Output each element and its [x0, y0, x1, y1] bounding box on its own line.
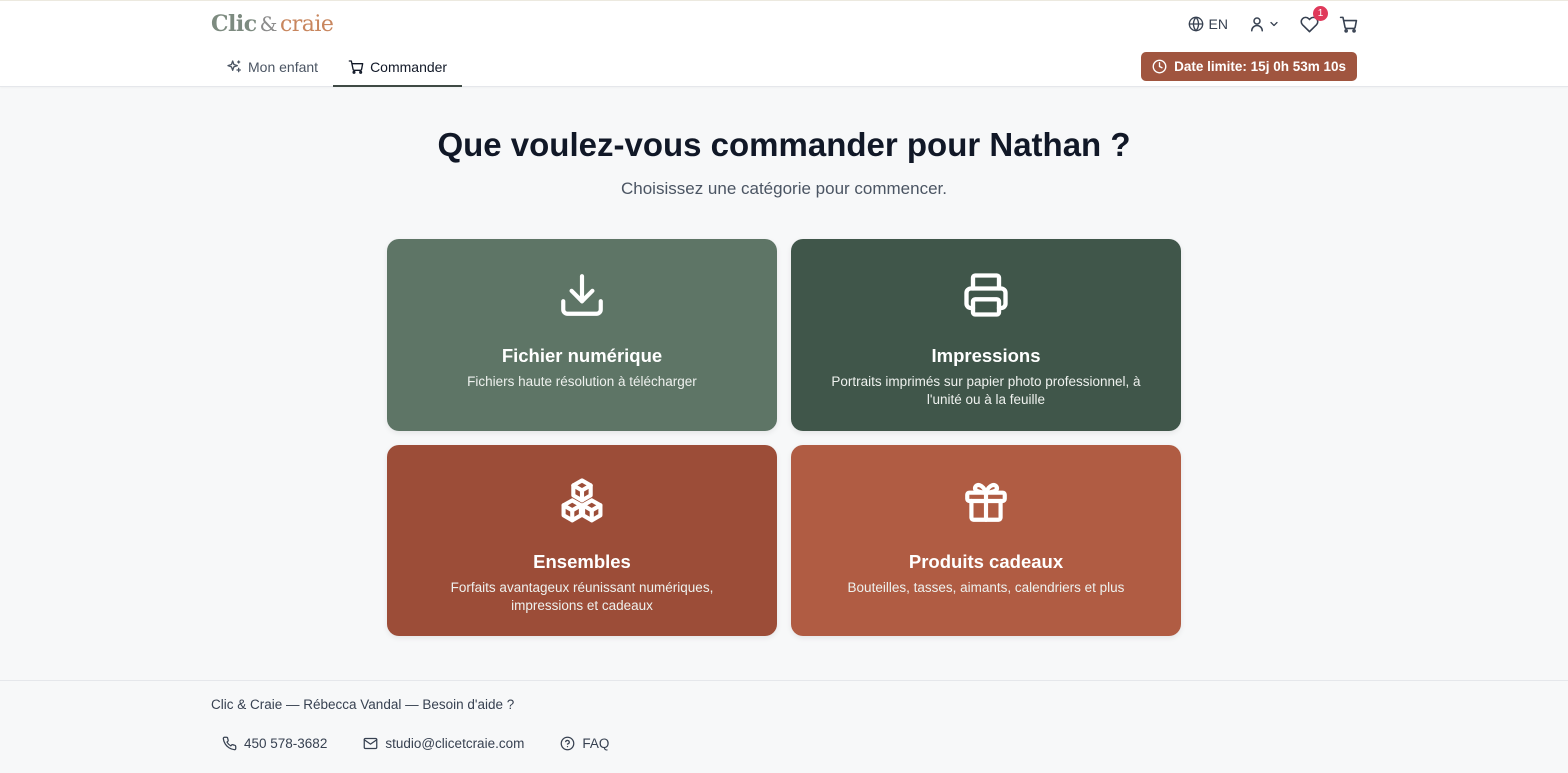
phone-icon	[222, 736, 237, 751]
cart-button[interactable]	[1339, 15, 1358, 34]
category-title: Ensembles	[533, 551, 631, 572]
site-header: Clic & craie EN 1 Mon enfant Commander D…	[0, 0, 1568, 87]
boxes-icon	[556, 475, 608, 527]
account-menu-button[interactable]	[1248, 15, 1280, 33]
faq-label: FAQ	[582, 736, 610, 751]
wishlist-button[interactable]: 1	[1300, 5, 1328, 34]
main-navigation: Mon enfant Commander	[211, 47, 463, 87]
cart-icon	[1339, 16, 1358, 33]
brand-logo[interactable]: Clic & craie	[211, 11, 334, 37]
site-footer: Clic & Craie — Rébecca Vandal — Besoin d…	[0, 680, 1568, 773]
globe-icon	[1188, 16, 1203, 32]
tab-mon-enfant[interactable]: Mon enfant	[211, 47, 333, 87]
category-description: Fichiers haute résolution à télécharger	[467, 374, 697, 389]
category-title: Impressions	[931, 345, 1041, 366]
mail-icon	[363, 737, 378, 750]
footer-contact-links: 450 578-3682 studio@clicetcraie.com FAQ	[222, 736, 609, 751]
wishlist-count-badge: 1	[1313, 5, 1328, 21]
category-card-prints[interactable]: Impressions Portraits imprimés sur papie…	[791, 239, 1181, 431]
faq-link[interactable]: FAQ	[560, 736, 609, 751]
download-icon	[557, 269, 607, 321]
logo-text-clic: Clic	[211, 11, 257, 37]
clock-icon	[1152, 59, 1167, 74]
email-link[interactable]: studio@clicetcraie.com	[363, 736, 524, 751]
sparkles-icon	[227, 60, 241, 73]
category-grid: Fichier numérique Fichiers haute résolut…	[387, 239, 1181, 636]
phone-link[interactable]: 450 578-3682	[222, 736, 327, 751]
help-circle-icon	[560, 736, 575, 751]
email-label: studio@clicetcraie.com	[385, 736, 525, 751]
logo-text-craie: craie	[279, 12, 334, 37]
language-label: EN	[1208, 16, 1228, 32]
page-subtitle: Choisissez une catégorie pour commencer.	[621, 179, 947, 198]
chevron-down-icon	[1270, 21, 1278, 27]
logo-ampersand: &	[259, 12, 278, 36]
category-title: Produits cadeaux	[908, 551, 1064, 572]
cart-icon	[348, 60, 364, 74]
category-title: Fichier numérique	[501, 345, 663, 366]
footer-info: Clic & Craie — Rébecca Vandal — Besoin d…	[211, 697, 515, 712]
tab-commander[interactable]: Commander	[333, 47, 463, 87]
category-card-digital[interactable]: Fichier numérique Fichiers haute résolut…	[387, 239, 777, 431]
gift-icon	[961, 475, 1011, 527]
category-description: Portraits imprimés sur papier photo prof…	[831, 374, 1141, 407]
printer-icon	[960, 269, 1012, 321]
deadline-badge: Date limite: 15j 0h 53m 10s	[1141, 52, 1357, 81]
header-actions: EN 1	[1188, 5, 1358, 35]
deadline-text: Date limite: 15j 0h 53m 10s	[1174, 59, 1346, 74]
phone-label: 450 578-3682	[244, 736, 328, 751]
language-switcher[interactable]: EN	[1188, 16, 1228, 32]
category-card-gifts[interactable]: Produits cadeaux Bouteilles, tasses, aim…	[791, 445, 1181, 636]
page-title: Que voulez-vous commander pour Nathan ?	[437, 126, 1131, 163]
category-description: Forfaits avantageux réunissant numérique…	[450, 580, 714, 613]
category-card-bundles[interactable]: Ensembles Forfaits avantageux réunissant…	[387, 445, 777, 636]
user-icon	[1251, 17, 1263, 32]
category-description: Bouteilles, tasses, aimants, calendriers…	[847, 580, 1125, 595]
tab-label: Mon enfant	[248, 59, 319, 75]
tab-label: Commander	[370, 59, 448, 75]
